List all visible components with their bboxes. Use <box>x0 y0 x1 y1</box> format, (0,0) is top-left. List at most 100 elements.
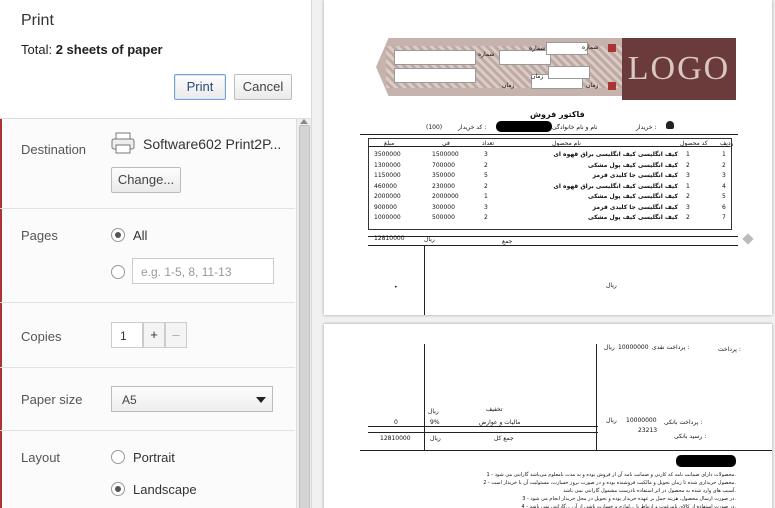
col-row-header: ردیف <box>720 140 734 147</box>
row-code: 1 <box>686 182 690 190</box>
row-number: 7 <box>722 214 726 221</box>
tax-percent: 9% <box>430 419 440 426</box>
printer-icon <box>111 132 135 154</box>
row-product-name: کیف انگلیسی کیف انگلیسی براق قهوه ای <box>553 151 678 158</box>
row-price: 230000 <box>432 182 455 190</box>
paper-size-select[interactable]: A5 <box>111 386 273 412</box>
layout-label: Layout <box>21 450 61 465</box>
pages-label: Pages <box>21 228 58 243</box>
row-code: 2 <box>686 214 690 221</box>
portrait-radio[interactable] <box>111 450 125 464</box>
buyer-person-icon <box>666 121 674 129</box>
change-destination-button[interactable]: Change... <box>111 167 181 193</box>
tax-label: مالیات و عوارض <box>479 419 521 426</box>
footer-divider <box>424 246 425 315</box>
note-line: 3 - در صورت ارسال محصول، هزینه حمل بر عه… <box>522 496 736 502</box>
chevron-down-icon <box>256 397 266 403</box>
col-qty-header: تعداد <box>482 140 495 147</box>
row-price: 350000 <box>432 172 455 179</box>
buyer-code-label: کد خریدار : <box>458 124 487 131</box>
row-qty: 5 <box>484 172 488 179</box>
time-field-1 <box>394 68 476 83</box>
row-code: 2 <box>686 161 690 169</box>
time-field-3 <box>548 66 590 79</box>
copies-decrement-button[interactable]: – <box>165 322 187 348</box>
bank-label: پرداخت بانکی : <box>664 419 703 426</box>
pages-all-radio[interactable] <box>111 228 125 242</box>
print-header: Print Total: 2 sheets of paper Print Can… <box>0 0 311 119</box>
row-product-name: کیف انگلیسی کیف پول مشکی <box>588 161 678 169</box>
invoice-title: فاکتور فروش <box>530 110 585 119</box>
note-line: 4 - در صورت استفاده از کالای نامرغوب و ا… <box>521 504 736 508</box>
grand-total-value: 12810000 <box>380 435 411 442</box>
cash-rial-label: ریال <box>604 344 615 351</box>
redacted-signature <box>676 455 736 467</box>
row-product-name: کیف انگلیسی کیف پول مشکی <box>588 214 678 221</box>
row-code: 3 <box>686 172 690 179</box>
note-line: 1 - محصولات دارای ضمانت نامه که کارتی و … <box>486 472 736 478</box>
row-product-name: کیف انگلیسی کیف انگلیسی براق قهوه ای <box>553 182 678 190</box>
row-amount: 1300000 <box>374 161 401 169</box>
tax-rule <box>368 432 598 433</box>
row-amount: 1150000 <box>374 172 401 179</box>
bank-value: 10000000 <box>626 417 657 424</box>
row-code: 1 <box>686 151 690 158</box>
row-number: 5 <box>722 193 726 200</box>
receipt-label: رسید بانکی : <box>674 433 707 440</box>
printer-name: Software602 Print2P... <box>143 136 282 152</box>
paper-size-label: Paper size <box>21 392 83 407</box>
scrollbar-thumb[interactable] <box>299 125 310 508</box>
scroll-up-icon[interactable] <box>300 119 308 124</box>
notes-rule <box>360 450 772 451</box>
sum-rial-label: ریال <box>424 236 435 243</box>
row-amount: 3500000 <box>374 151 401 158</box>
number-marker <box>608 44 616 52</box>
buyer-code-value: (100) <box>426 124 443 131</box>
pages-range-radio[interactable] <box>111 265 125 279</box>
row-price: 2000000 <box>432 193 459 200</box>
landscape-radio[interactable] <box>111 482 125 496</box>
note-line: آسیب های وارد شده به محصول در اثر استفاد… <box>563 488 736 494</box>
settings-scrollbar[interactable] <box>296 119 311 508</box>
row-price: 300000 <box>432 203 455 211</box>
pages-range-input[interactable]: e.g. 1-5, 8, 11-13 <box>132 258 274 284</box>
number-label-1: شماره <box>478 51 495 58</box>
print-settings-sidebar: Print Total: 2 sheets of paper Print Can… <box>0 0 312 508</box>
number-field-2 <box>499 50 551 65</box>
row-qty: 2 <box>484 214 488 221</box>
page2-left-divider <box>424 344 425 450</box>
row-amount: 900000 <box>374 203 397 211</box>
cash-value: 10000000 <box>618 344 649 351</box>
col-name-header: نام محصول <box>552 140 581 147</box>
footer-dot: • <box>394 284 398 291</box>
preview-page-1: شماره زمان شماره زمان شماره زمان LOGO فا… <box>324 0 772 315</box>
row-number: 4 <box>722 182 726 190</box>
print-preview: شماره زمان شماره زمان شماره زمان LOGO فا… <box>312 0 775 508</box>
print-button[interactable]: Print <box>174 74 226 100</box>
row-qty: 2 <box>484 161 488 169</box>
discount-rule <box>368 426 598 427</box>
col-amount-header: مبلغ <box>384 140 395 147</box>
row-product-name: کیف انگلیسی جا کلیدی قرمز <box>592 203 678 211</box>
destination-label: Destination <box>21 142 87 157</box>
cancel-button[interactable]: Cancel <box>234 74 292 100</box>
row-qty: 3 <box>484 151 488 158</box>
grand-total-rial-label: ریال <box>430 435 441 442</box>
copies-input[interactable]: 1 <box>111 322 143 348</box>
col-price-header: فی <box>442 140 450 147</box>
time-label-2: زمان <box>531 73 544 80</box>
buyer-name-label: نام و نام خانوادگی <box>552 124 598 131</box>
cash-label: پرداخت نقدی : <box>652 344 690 351</box>
company-logo: LOGO <box>622 38 736 100</box>
discount-label: تخفیف <box>486 406 503 413</box>
divider-paper-size <box>0 367 295 368</box>
total-value: 2 sheets of paper <box>55 42 163 57</box>
corner-mark <box>742 233 754 245</box>
paper-size-value: A5 <box>122 393 137 407</box>
row-qty: 3 <box>484 203 488 211</box>
pages-all-label: All <box>133 228 148 243</box>
divider-copies <box>0 302 295 303</box>
copies-increment-button[interactable]: + <box>143 322 165 348</box>
row-amount: 1000000 <box>374 214 401 221</box>
divider-pages <box>0 208 295 209</box>
